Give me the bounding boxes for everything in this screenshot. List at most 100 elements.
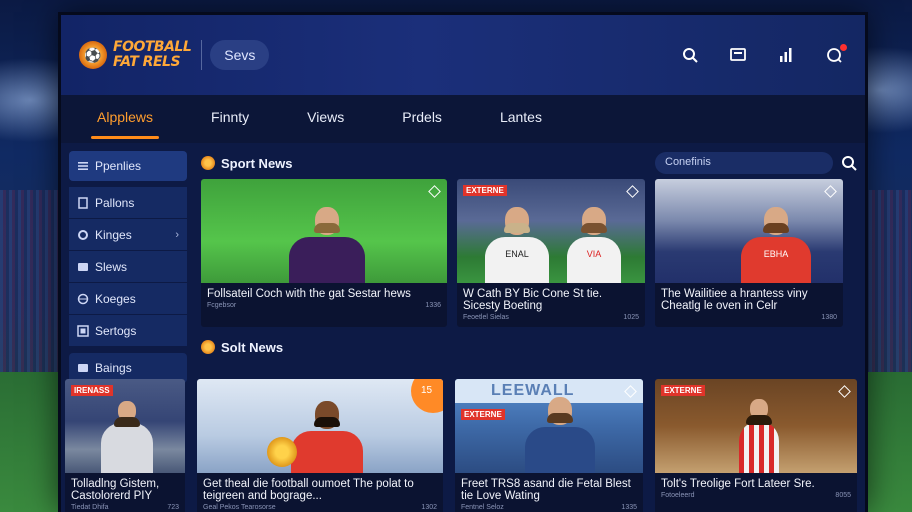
card-title: W Cath BY Bic Cone St tie. Sicesty Boeti… — [463, 288, 603, 312]
tab-views[interactable]: Views — [307, 109, 344, 129]
news-card[interactable]: EXTERNE ENAL VIA W Cath BY Bic Cone St t… — [457, 179, 645, 327]
card-meta: Geal Pekos Tearosorse 1302 — [203, 504, 437, 511]
sidebar-item-slews[interactable]: Slews — [69, 251, 187, 282]
card-title: Get theal die football oumoet The polat … — [203, 478, 414, 502]
sidebar-item-ppenlies[interactable]: Ppenlies — [69, 151, 187, 181]
player-figure: EBHA — [741, 207, 811, 283]
section-title: Solt News — [201, 340, 283, 355]
player-figure: ENAL — [485, 207, 549, 283]
brand-logo[interactable]: ⚽ FOOTBALL FAT RELS — [79, 39, 192, 70]
sidebar-item-label: Baings — [95, 361, 132, 375]
tab-prdels[interactable]: Prdels — [402, 109, 442, 129]
section-title: Sport News — [201, 156, 293, 171]
bookmark-icon[interactable] — [626, 185, 639, 198]
sidebar: Ppenlies Pallons Kinges › Slews Koeges S… — [69, 151, 187, 384]
news-card[interactable]: EXTERNE Tolt's Treolige Fort Lateer Sre.… — [655, 379, 857, 512]
bookmark-icon[interactable] — [838, 385, 851, 398]
card-caption: The Wailitiee a hrantess viny Cheatlg le… — [655, 283, 843, 327]
notification-icon[interactable] — [825, 44, 847, 64]
card-meta: Feoetlel Sielas 1025 — [463, 314, 639, 321]
tab-alpplews[interactable]: Alpplews — [90, 109, 160, 139]
card-meta: Fotoeleerd 8055 — [661, 492, 851, 499]
card-caption: Tolt's Treolige Fort Lateer Sre. Fotoele… — [655, 473, 857, 512]
sidebar-item-kinges[interactable]: Kinges › — [69, 219, 187, 250]
player-figure — [101, 401, 153, 473]
search-icon[interactable] — [681, 46, 699, 64]
card-meta: Tiedat Dhifa 723 — [71, 504, 179, 511]
card-caption: W Cath BY Bic Cone St tie. Sicesty Boeti… — [457, 283, 645, 327]
news-card[interactable]: EBHA The Wailitiee a hrantess viny Cheat… — [655, 179, 843, 327]
card-thumbnail: EXTERNE ENAL VIA — [457, 179, 645, 283]
card-meta: 1380 — [821, 314, 837, 321]
topbar-actions — [681, 44, 847, 64]
sidebar-item-label: Slews — [95, 259, 128, 274]
sidebar-item-sertogs[interactable]: Sertogs — [69, 315, 187, 346]
card-thumbnail: EXTERNE — [655, 379, 857, 473]
notification-dot — [840, 44, 847, 51]
category-badge: EXTERNE — [661, 385, 705, 396]
card-meta: Fentnel Seloz 1335 — [461, 504, 637, 511]
bookmark-icon[interactable] — [428, 185, 441, 198]
sidebar-item-label: Koeges — [95, 291, 136, 306]
news-cards-row-2: IRENASS Tolladlng Gistem, Castolorerd PI… — [65, 379, 857, 512]
sidebar-item-koeges[interactable]: Koeges — [69, 283, 187, 314]
card-caption: Tolladlng Gistem, Castolorerd PIY Tiedat… — [65, 473, 185, 512]
news-card[interactable]: IRENASS Tolladlng Gistem, Castolorerd PI… — [65, 379, 185, 512]
football-icon — [267, 437, 297, 467]
card-thumbnail: IRENASS — [65, 379, 185, 473]
bookmark-icon[interactable] — [824, 185, 837, 198]
gear-icon — [77, 229, 89, 241]
news-card[interactable]: Follsateil Coch with the gat Sestar hews… — [201, 179, 447, 327]
sidebar-item-label: Kinges — [95, 227, 132, 242]
section-header: Solt News — [201, 335, 857, 359]
card-caption: Follsateil Coch with the gat Sestar hews… — [201, 283, 447, 327]
card-thumbnail — [201, 179, 447, 283]
category-badge: IRENASS — [71, 385, 113, 396]
news-cards-row-1: Follsateil Coch with the gat Sestar hews… — [201, 179, 857, 327]
search-pill[interactable]: Sevs — [210, 40, 270, 70]
player-figure: VIA — [567, 207, 621, 283]
main-tabs: Alpplews Finnty Views Prdels Lantes — [61, 95, 865, 143]
news-card[interactable]: LEEWALL EXTERNE Freet TRS8 asand die Fet… — [455, 379, 643, 512]
card-title: The Wailitiee a hrantess viny Cheatlg le… — [661, 288, 808, 312]
card-caption: Get theal die football oumoet The polat … — [197, 473, 443, 512]
category-badge: EXTERNE — [463, 185, 507, 196]
globe-icon — [77, 293, 89, 305]
content-search-input[interactable]: Conefinis — [655, 152, 833, 174]
card-icon — [77, 261, 89, 273]
card-title: Tolt's Treolige Fort Lateer Sre. — [661, 478, 815, 490]
tab-finnty[interactable]: Finnty — [211, 109, 249, 129]
category-badge: EXTERNE — [461, 409, 505, 420]
football-logo-icon: ⚽ — [79, 41, 107, 69]
divider — [201, 40, 203, 70]
card-caption: Freet TRS8 asand die Fetal Blest tie Lov… — [455, 473, 643, 512]
tv-screen: ⚽ FOOTBALL FAT RELS Sevs Alpplews Finnty… — [58, 12, 868, 512]
player-figure — [291, 401, 363, 473]
top-bar: ⚽ FOOTBALL FAT RELS Sevs — [61, 15, 865, 95]
news-card[interactable]: 15 Get theal die football oumoet The pol… — [197, 379, 443, 512]
player-figure — [525, 397, 595, 473]
search-icon[interactable] — [841, 155, 857, 171]
tv-icon[interactable] — [729, 46, 747, 64]
brand-name: FOOTBALL FAT RELS — [113, 39, 192, 70]
card-title: Tolladlng Gistem, Castolorerd PIY — [71, 478, 160, 502]
list-icon — [77, 160, 89, 172]
chevron-right-icon: › — [175, 228, 179, 241]
card-thumbnail: LEEWALL EXTERNE — [455, 379, 643, 473]
doc-icon — [77, 196, 89, 209]
main-area: Ppenlies Pallons Kinges › Slews Koeges S… — [61, 143, 865, 384]
grid-icon — [77, 324, 89, 337]
card-title: Follsateil Coch with the gat Sestar hews — [207, 288, 411, 300]
stats-icon[interactable] — [777, 46, 795, 64]
card-icon — [77, 362, 89, 374]
sidebar-item-label: Sertogs — [95, 323, 137, 338]
card-meta: Fcgebsor 1336 — [207, 302, 441, 309]
card-title: Freet TRS8 asand die Fetal Blest tie Lov… — [461, 478, 631, 502]
card-thumbnail: 15 — [197, 379, 443, 473]
football-icon — [201, 156, 215, 170]
football-icon — [201, 340, 215, 354]
tab-lantes[interactable]: Lantes — [500, 109, 542, 129]
sidebar-item-label: Pallons — [95, 195, 135, 210]
player-figure — [289, 207, 365, 283]
sidebar-item-pallons[interactable]: Pallons — [69, 187, 187, 218]
